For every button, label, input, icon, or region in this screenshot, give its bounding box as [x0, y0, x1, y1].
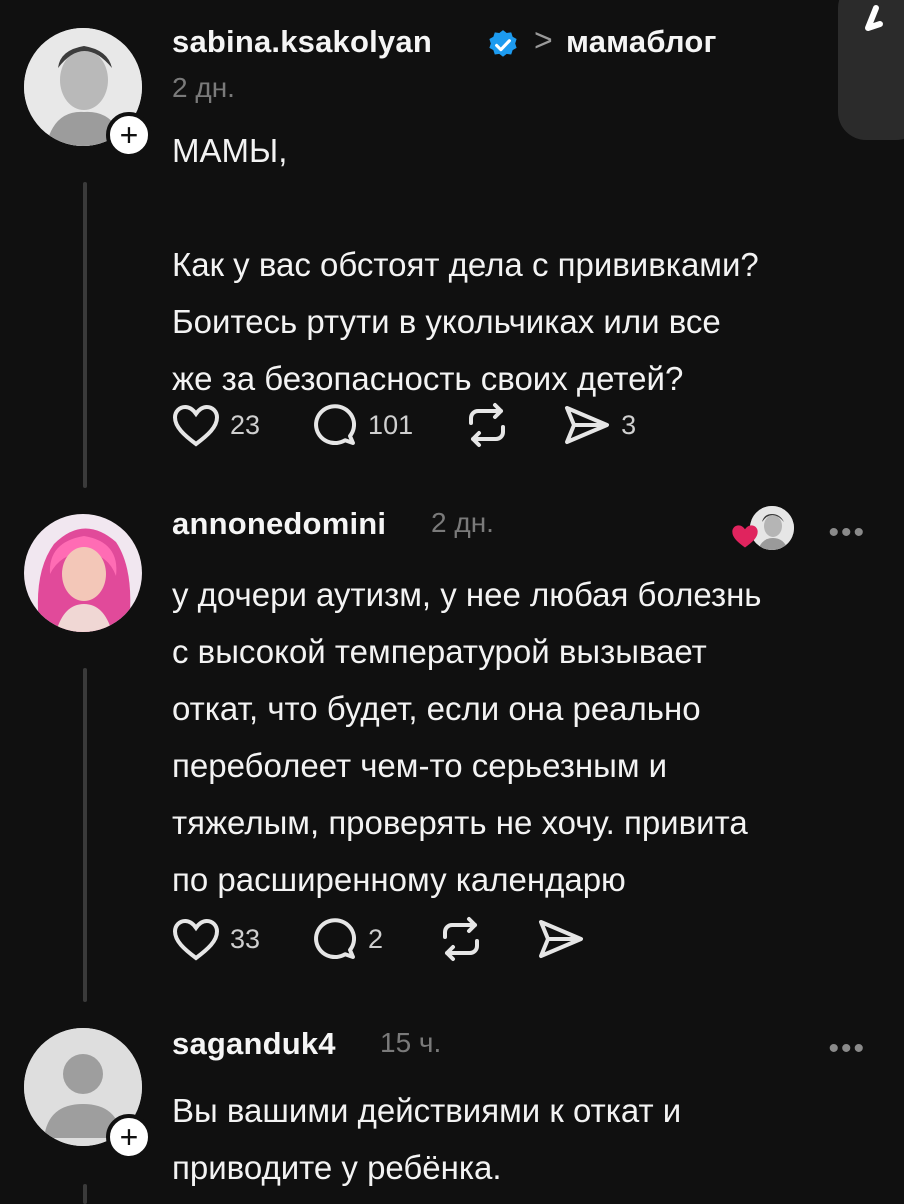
reply-count: 2 [368, 923, 384, 954]
post-text: МАМЫ, Как у вас обстоят дела с прививкам… [172, 132, 759, 397]
verified-badge-icon [489, 30, 517, 57]
reply1-text: у дочери аутизм, у нее любая болезнь с в… [172, 576, 762, 898]
comment-icon [314, 918, 357, 960]
reply-count: 101 [368, 409, 414, 440]
topic-tag[interactable]: мамаблог [566, 24, 717, 60]
reply-button[interactable]: 101 [308, 400, 413, 450]
thread-line [83, 668, 87, 1002]
reply1-more-button[interactable]: ••• [828, 516, 866, 550]
repost-icon [443, 917, 480, 961]
follow-plus-icon[interactable]: + [106, 112, 152, 158]
reply1-timestamp: 2 дн. [431, 507, 494, 538]
post-timestamp: 2 дн. [172, 72, 235, 103]
follow-plus-icon[interactable]: + [106, 1114, 152, 1160]
like-count: 23 [230, 409, 261, 440]
share-button[interactable]: 3 [561, 400, 636, 450]
reply2-text: Вы вашими действиями к откат и приводите… [172, 1092, 682, 1186]
red-heart-icon [732, 525, 758, 548]
share-button[interactable] [535, 914, 587, 964]
reply2-timestamp: 15 ч. [380, 1027, 442, 1058]
repost-button[interactable] [461, 400, 513, 450]
send-icon [539, 920, 584, 958]
comment-icon [314, 404, 357, 446]
post-username[interactable]: sabina.ksakolyan [172, 24, 432, 60]
avatar-annonedomini[interactable] [24, 514, 142, 632]
send-icon [565, 406, 610, 444]
reply1-actions: 33 2 [170, 914, 635, 964]
reply1-username[interactable]: annonedomini [172, 506, 386, 542]
close-icon [865, 5, 883, 31]
reply2-more-button[interactable]: ••• [828, 1032, 866, 1066]
topic-separator: > [534, 22, 553, 58]
like-button[interactable]: 33 [170, 914, 260, 964]
heart-icon [172, 918, 220, 961]
like-count: 33 [230, 923, 261, 954]
share-count: 3 [621, 409, 637, 440]
post-actions: 23 101 3 [170, 400, 684, 450]
reply-button[interactable]: 2 [308, 914, 383, 964]
repost-icon [469, 403, 506, 447]
profile-photo [24, 514, 142, 632]
thread-line [83, 1184, 87, 1204]
author-liked-indicator [730, 506, 800, 552]
thread-line [83, 182, 87, 488]
close-panel[interactable] [838, 0, 904, 140]
heart-icon [172, 404, 220, 447]
repost-button[interactable] [435, 914, 487, 964]
like-button[interactable]: 23 [170, 400, 260, 450]
reply2-username[interactable]: saganduk4 [172, 1026, 336, 1062]
